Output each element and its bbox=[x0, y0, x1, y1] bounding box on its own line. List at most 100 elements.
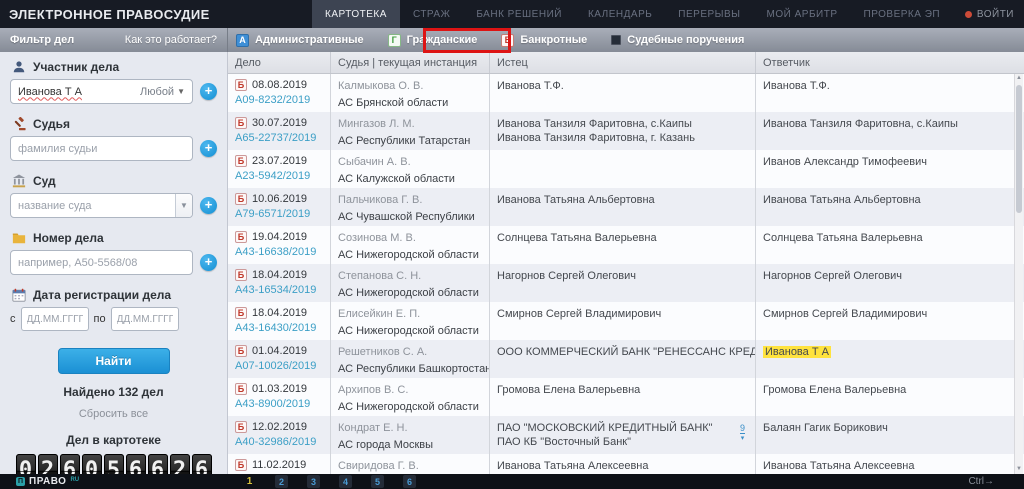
page-button-1[interactable]: 1 bbox=[243, 475, 256, 488]
table-row[interactable]: Б12.02.2019А40-32986/2019Кондрат Е. Н.АС… bbox=[228, 416, 1024, 454]
court-input[interactable] bbox=[18, 200, 185, 212]
judge-cell: Пальчикова Г. В.АС Чувашской Республики bbox=[331, 188, 490, 226]
case-number-label: Номер дела bbox=[33, 231, 104, 245]
login-label: ВОЙТИ bbox=[977, 9, 1014, 20]
cases-table: ДелоСудья | текущая инстанцияИстецОтветч… bbox=[228, 52, 1024, 474]
table-row[interactable]: Б11.02.2019А45-4130/2019Свиридова Г. В.А… bbox=[228, 454, 1024, 474]
table-row[interactable]: Б08.08.2019А09-8232/2019Калмыкова О. В.А… bbox=[228, 74, 1024, 112]
case-number-link[interactable]: А65-22737/2019 bbox=[235, 132, 323, 144]
search-button[interactable]: Найти bbox=[58, 348, 170, 374]
nav-tab-перерывы[interactable]: ПЕРЕРЫВЫ bbox=[665, 0, 753, 28]
scroll-down-icon[interactable]: ▼ bbox=[1015, 465, 1023, 474]
judge-cell: Свиридова Г. В.АС Новосибирской области bbox=[331, 454, 490, 474]
case-date: 01.04.2019 bbox=[252, 345, 307, 357]
add-court-button[interactable]: + bbox=[200, 197, 217, 214]
table-row[interactable]: Б18.04.2019А43-16534/2019Степанова С. Н.… bbox=[228, 264, 1024, 302]
pravo-logo-text: ПРАВО bbox=[29, 476, 66, 487]
add-case-number-button[interactable]: + bbox=[200, 254, 217, 271]
nav-tab-страж[interactable]: СТРАЖ bbox=[400, 0, 463, 28]
table-row[interactable]: Б01.03.2019А43-8900/2019Архипов В. С.АС … bbox=[228, 378, 1024, 416]
chevron-down-icon: ▼ bbox=[177, 87, 185, 96]
nav-tab-календарь[interactable]: КАЛЕНДАРЬ bbox=[575, 0, 665, 28]
case-type-g-icon: Г bbox=[388, 34, 401, 47]
date-to-input[interactable] bbox=[111, 307, 179, 331]
court-name: АС Нижегородской области bbox=[338, 400, 482, 414]
category-tab-гражданские[interactable]: Г Гражданские bbox=[388, 34, 478, 47]
category-tab-судебные-поручения[interactable]: Судебные поручения bbox=[611, 34, 744, 46]
category-label: Гражданские bbox=[407, 34, 478, 46]
case-date-row: Б18.04.2019 bbox=[235, 307, 323, 319]
case-cell: Б30.07.2019А65-22737/2019 bbox=[228, 112, 331, 150]
case-number-link[interactable]: А09-8232/2019 bbox=[235, 94, 323, 106]
date-from-input[interactable] bbox=[21, 307, 89, 331]
page-button-6[interactable]: 6 bbox=[403, 475, 416, 488]
page-button-4[interactable]: 4 bbox=[339, 475, 352, 488]
court-combobox[interactable]: ▼ bbox=[10, 193, 193, 218]
case-number-input[interactable] bbox=[18, 257, 185, 269]
case-number-link[interactable]: А43-16534/2019 bbox=[235, 284, 323, 296]
add-judge-button[interactable]: + bbox=[200, 140, 217, 157]
pravo-logo-suffix: RU bbox=[70, 477, 79, 483]
plaintiff-name: ПАО "МОСКОВСКИЙ КРЕДИТНЫЙ БАНК" bbox=[497, 421, 748, 435]
plaintiff-name: Иванова Танзиля Фаритовна, с.Каипы bbox=[497, 117, 748, 131]
scroll-up-icon[interactable]: ▲ bbox=[1015, 74, 1023, 83]
chevron-down-icon: ▾ bbox=[740, 435, 745, 442]
case-date: 30.07.2019 bbox=[252, 117, 307, 129]
case-type-a-icon: А bbox=[236, 34, 249, 47]
plaintiff-cell: ПАО "МОСКОВСКИЙ КРЕДИТНЫЙ БАНК"ПАО КБ "В… bbox=[490, 416, 756, 454]
case-date-row: Б01.03.2019 bbox=[235, 383, 323, 395]
defendant-cell: Громова Елена Валерьевна bbox=[756, 378, 1024, 416]
table-row[interactable]: Б01.04.2019А07-10026/2019Решетников С. А… bbox=[228, 340, 1024, 378]
column-header-3: Ответчик bbox=[756, 52, 1024, 73]
category-tab-административные[interactable]: ААдминистративные bbox=[236, 34, 364, 47]
pravo-ru-logo[interactable]: П ПРАВО RU bbox=[16, 476, 79, 487]
case-number-link[interactable]: А40-32986/2019 bbox=[235, 436, 323, 448]
court-dropdown-arrow-icon[interactable]: ▼ bbox=[175, 194, 192, 217]
participant-role-dropdown[interactable]: Любой ▼ bbox=[140, 80, 185, 103]
how-it-works-link[interactable]: Как это работает? bbox=[125, 34, 217, 46]
court-label: Суд bbox=[33, 174, 56, 188]
court-name: АС Нижегородской области bbox=[338, 248, 482, 262]
defendant-name: Солнцева Татьяна Валерьевна bbox=[763, 231, 1017, 245]
nav-tab-картотека[interactable]: КАРТОТЕКА bbox=[312, 0, 400, 28]
plaintiff-name: Иванова Татьяна Алексеевна bbox=[497, 459, 748, 473]
case-number-link[interactable]: А43-8900/2019 bbox=[235, 398, 323, 410]
case-number-link[interactable]: А79-6571/2019 bbox=[235, 208, 323, 220]
table-row[interactable]: Б23.07.2019А23-5942/2019Сыбачин А. В.АС … bbox=[228, 150, 1024, 188]
page-button-5[interactable]: 5 bbox=[371, 475, 384, 488]
category-label: Банкротные bbox=[520, 34, 587, 46]
nav-tab-банк-решений[interactable]: БАНК РЕШЕНИЙ bbox=[463, 0, 575, 28]
table-row[interactable]: Б18.04.2019А43-16430/2019Елисейкин Е. П.… bbox=[228, 302, 1024, 340]
defendant-cell: Иванова Т.Ф. bbox=[756, 74, 1024, 112]
more-parties-badge[interactable]: 9▾ bbox=[740, 425, 745, 442]
case-date: 18.04.2019 bbox=[252, 269, 307, 281]
table-row[interactable]: Б30.07.2019А65-22737/2019Мингазов Л. М.А… bbox=[228, 112, 1024, 150]
table-row[interactable]: Б19.04.2019А43-16638/2019Созинова М. В.А… bbox=[228, 226, 1024, 264]
participant-input[interactable]: Иванова Т А Любой ▼ bbox=[10, 79, 193, 104]
defendant-name: Иванова Татьяна Алексеевна bbox=[763, 459, 1017, 473]
case-number-link[interactable]: А07-10026/2019 bbox=[235, 360, 323, 372]
case-date-row: Б18.04.2019 bbox=[235, 269, 323, 281]
case-number-link[interactable]: А43-16638/2019 bbox=[235, 246, 323, 258]
page-button-2[interactable]: 2 bbox=[275, 475, 288, 488]
category-tab-банкротные[interactable]: ББанкротные bbox=[501, 34, 587, 47]
vertical-scrollbar[interactable]: ▲ ▼ bbox=[1014, 74, 1023, 474]
nav-tab-проверка-эп[interactable]: ПРОВЕРКА ЭП bbox=[851, 0, 954, 28]
login-button[interactable]: ВОЙТИ bbox=[965, 0, 1014, 28]
nav-tab-мой-арбитр[interactable]: МОЙ АРБИТР bbox=[754, 0, 851, 28]
case-number-link[interactable]: А23-5942/2019 bbox=[235, 170, 323, 182]
defendant-name: Иванов Александр Тимофеевич bbox=[763, 155, 1017, 169]
defendant-cell: Иванова Татьяна Альбертовна bbox=[756, 188, 1024, 226]
plaintiff-name: Солнцева Татьяна Валерьевна bbox=[497, 231, 748, 245]
results-count-text: Найдено 132 дел bbox=[0, 385, 227, 399]
page-button-3[interactable]: 3 bbox=[307, 475, 320, 488]
scrollbar-thumb[interactable] bbox=[1016, 85, 1022, 213]
case-number-link[interactable]: А43-16430/2019 bbox=[235, 322, 323, 334]
courthouse-icon bbox=[12, 174, 26, 188]
reset-all-link[interactable]: Сбросить все bbox=[0, 408, 227, 420]
defendant-name: Иванова Т А bbox=[763, 345, 1017, 359]
judge-input[interactable] bbox=[18, 143, 185, 155]
add-participant-button[interactable]: + bbox=[200, 83, 217, 100]
plaintiff-name: ООО КОММЕРЧЕСКИЙ БАНК "РЕНЕССАНС КРЕДИТ" bbox=[497, 345, 748, 359]
table-row[interactable]: Б10.06.2019А79-6571/2019Пальчикова Г. В.… bbox=[228, 188, 1024, 226]
